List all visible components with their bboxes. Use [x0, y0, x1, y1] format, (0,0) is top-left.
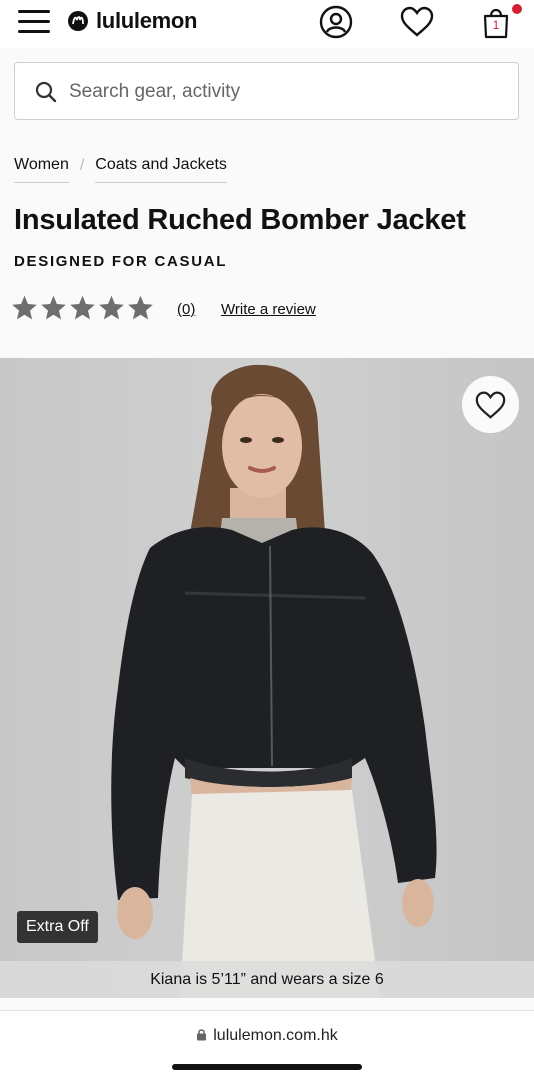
brand-logo[interactable]: lululemon: [68, 8, 198, 34]
brand-name: lululemon: [96, 8, 198, 33]
lock-icon: [197, 1029, 207, 1041]
heart-outline-icon: [475, 391, 506, 419]
search-input[interactable]: [69, 75, 499, 109]
breadcrumb-coats-and-jackets[interactable]: Coats and Jackets: [95, 156, 227, 183]
url-display[interactable]: lululemon.com.hk: [0, 1027, 534, 1045]
cart-notification-dot: [512, 4, 522, 14]
star-icon: [99, 295, 124, 320]
url-text: lululemon.com.hk: [213, 1027, 338, 1044]
breadcrumb: Women / Coats and Jackets: [14, 156, 227, 183]
cart-button[interactable]: 1: [478, 4, 514, 40]
review-count-link[interactable]: (0): [177, 301, 195, 318]
search-icon: [35, 81, 57, 103]
cart-count: 1: [492, 18, 500, 32]
star-icon: [70, 295, 95, 320]
search-bar[interactable]: [14, 62, 519, 120]
star-icon: [128, 295, 153, 320]
star-icon: [12, 295, 37, 320]
write-review-link[interactable]: Write a review: [221, 301, 316, 318]
product-image[interactable]: Extra Off Kiana is 5’11” and wears a siz…: [0, 358, 534, 998]
lululemon-logo-icon: [68, 11, 88, 31]
rating-stars: [10, 294, 155, 322]
site-header: lululemon 1: [0, 0, 534, 48]
star-icon: [41, 295, 66, 320]
wishlist-button[interactable]: [462, 376, 519, 433]
menu-icon[interactable]: [18, 10, 50, 34]
home-indicator[interactable]: [172, 1064, 362, 1070]
heart-icon[interactable]: [399, 4, 435, 40]
breadcrumb-women[interactable]: Women: [14, 156, 69, 183]
promo-badge: Extra Off: [17, 911, 98, 943]
designed-for-label: DESIGNED FOR CASUAL: [14, 253, 228, 270]
product-photo-model: [111, 364, 437, 998]
model-size-caption: Kiana is 5’11” and wears a size 6: [0, 961, 534, 998]
browser-address-bar[interactable]: lululemon.com.hk: [0, 1010, 534, 1080]
account-icon[interactable]: [318, 4, 354, 40]
product-title: Insulated Ruched Bomber Jacket: [14, 204, 466, 236]
breadcrumb-separator: /: [79, 156, 85, 174]
